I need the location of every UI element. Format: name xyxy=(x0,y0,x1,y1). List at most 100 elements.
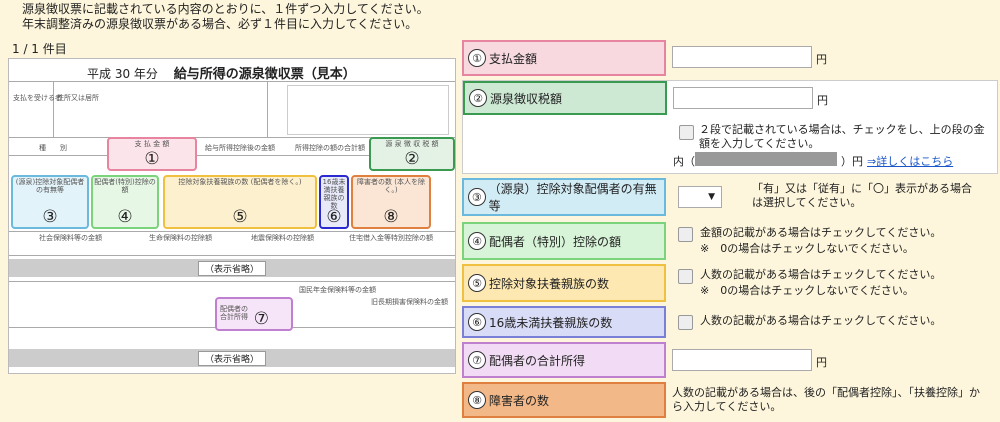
marker-3: ③ xyxy=(42,207,58,227)
spouse-deduction-checkbox[interactable] xyxy=(678,227,693,242)
spouse-eligibility-select[interactable]: ▼ xyxy=(678,186,722,208)
num-1: ① xyxy=(468,49,486,67)
label-type: 種 別 xyxy=(39,144,67,152)
label-text-6: 16歳未満扶養親族の数 xyxy=(489,315,613,330)
label-jishin: 地震保険料の控除額 xyxy=(251,234,314,242)
uchi-close: ）円 xyxy=(841,155,863,168)
marker-1-caption: 支 払 金 額 xyxy=(134,140,170,148)
label-kyu-choki: 旧長期損害保険料の金額 xyxy=(371,298,448,306)
row-spouse-eligibility: ③ （源泉）控除対象配偶者の有無等 ▼ 「有」又は「従有」に「〇」表示がある場合… xyxy=(462,178,998,216)
label-disabled: ⑧ 障害者の数 xyxy=(462,382,666,418)
marker-3-box: (源泉)控除対象配偶者の有無等 ③ xyxy=(11,175,89,229)
omitted-band-1: （表示省略） xyxy=(9,259,455,277)
instruction-line-1: 源泉徴収票に記載されている内容のとおりに、１件ずつ入力してください。 xyxy=(22,2,429,16)
label-shakai: 社会保険料等の金額 xyxy=(39,234,102,242)
marker-8-caption: 障害者の数 (本人を除く。) xyxy=(357,178,425,194)
marker-5-box: 控除対象扶養親族の数 (配偶者を除く。) ⑤ xyxy=(163,175,317,229)
row-spouse-income: ⑦ 配偶者の合計所得 円 xyxy=(462,342,998,378)
label-spouse-income: ⑦ 配偶者の合計所得 xyxy=(462,342,666,378)
details-link[interactable]: ⇒詳しくはこちら xyxy=(867,153,953,169)
spouse-deduction-note-2: ※ 0の場合はチェックしないでください。 xyxy=(700,242,914,255)
marker-5-caption: 控除対象扶養親族の数 (配偶者を除く。) xyxy=(178,178,302,186)
num-7: ⑦ xyxy=(468,351,486,369)
instructions: 源泉徴収票に記載されている内容のとおりに、１件ずつ入力してください。 年末調整済… xyxy=(22,2,429,32)
row-disabled: ⑧ 障害者の数 人数の記載がある場合は、後の「配偶者控除」、「扶養控除」から入力… xyxy=(462,382,998,418)
label-spouse-deduction: ④ 配偶者（特別）控除の額 xyxy=(462,222,666,260)
marker-7-box: 配偶者の合計所得 ⑦ xyxy=(215,297,293,331)
num-8: ⑧ xyxy=(468,391,486,409)
label-payment-amount: ① 支払金額 xyxy=(462,40,666,76)
yen-2: 円 xyxy=(817,94,828,107)
omitted-band-2: （表示省略） xyxy=(9,349,455,367)
dependents-note-2: ※ 0の場合はチェックしないでください。 xyxy=(700,284,914,297)
marker-3-caption: (源泉)控除対象配偶者の有無等 xyxy=(15,178,85,194)
withholding-tax-input[interactable] xyxy=(673,87,813,109)
two-tier-checkbox[interactable] xyxy=(679,125,694,140)
under16-note: 人数の記載がある場合はチェックしてください。 xyxy=(700,314,942,327)
num-5: ⑤ xyxy=(468,274,486,292)
label-text-3: （源泉）控除対象配偶者の有無等 xyxy=(488,182,657,213)
label-address: 住所又は居所 xyxy=(57,94,99,102)
label-text-8: 障害者の数 xyxy=(489,393,550,408)
num-4: ④ xyxy=(468,232,486,250)
marker-8-box: 障害者の数 (本人を除く。) ⑧ xyxy=(351,175,431,229)
under16-checkbox[interactable] xyxy=(678,315,693,330)
spouse-deduction-note-1: 金額の記載がある場合はチェックしてください。 xyxy=(700,226,942,239)
marker-7: ⑦ xyxy=(253,309,270,329)
label-under16-dependents: ⑥ 16歳未満扶養親族の数 xyxy=(462,306,666,338)
marker-5: ⑤ xyxy=(232,207,248,227)
num-6: ⑥ xyxy=(468,313,486,331)
row-dependents: ⑤ 控除対象扶養親族の数 人数の記載がある場合はチェックしてください。 ※ 0の… xyxy=(462,264,998,302)
row-withholding-tax: ② 源泉徴収税額 円 ２段で記載されている場合は、チェックをし、上の段の金額を入… xyxy=(462,80,998,174)
label-payee: 支払を受ける者 xyxy=(13,94,62,102)
num-3: ③ xyxy=(468,188,486,206)
label-text-1: 支払金額 xyxy=(489,51,538,66)
label-seimei: 生命保険料の控除額 xyxy=(149,234,212,242)
spouse-income-input[interactable] xyxy=(672,349,812,371)
row-spouse-deduction: ④ 配偶者（特別）控除の額 金額の記載がある場合はチェックしてください。 ※ 0… xyxy=(462,222,998,260)
yen-1: 円 xyxy=(816,53,827,66)
marker-4-box: 配偶者(特別)控除の額 ④ xyxy=(91,175,159,229)
marker-2-box: 源 泉 徴 収 税 額 ② xyxy=(369,137,455,171)
label-kojo-total: 所得控除の額の合計額 xyxy=(295,144,365,152)
dependents-note-1: 人数の記載がある場合はチェックしてください。 xyxy=(700,268,942,281)
marker-2-caption: 源 泉 徴 収 税 額 xyxy=(385,140,439,148)
label-kyuyo: 給与所得控除後の金額 xyxy=(205,144,275,152)
chevron-down-icon: ▼ xyxy=(708,192,715,202)
label-jutaku: 住宅借入金等特別控除の額 xyxy=(349,234,433,242)
record-count: 1 / 1 件目 xyxy=(12,42,67,56)
label-text-5: 控除対象扶養親族の数 xyxy=(489,276,610,291)
marker-2: ② xyxy=(404,149,420,169)
dependents-checkbox[interactable] xyxy=(678,269,693,284)
marker-7-caption: 配偶者の合計所得 xyxy=(220,305,248,321)
label-withholding-tax: ② 源泉徴収税額 xyxy=(463,81,667,115)
omitted-label-2: （表示省略） xyxy=(197,351,267,366)
yen-7: 円 xyxy=(816,356,827,369)
uchi-label: 内（ xyxy=(673,155,695,168)
marker-6-box: 16歳未満扶養親族の数 ⑥ xyxy=(319,175,349,229)
slip-main-title: 給与所得の源泉徴収票（見本） xyxy=(173,67,356,82)
marker-6-caption: 16歳未満扶養親族の数 xyxy=(322,178,346,210)
uchi-amount-input[interactable] xyxy=(695,152,837,166)
row-under16-dependents: ⑥ 16歳未満扶養親族の数 人数の記載がある場合はチェックしてください。 xyxy=(462,306,998,338)
slip-year: 平成 30 年分 xyxy=(87,67,158,81)
two-tier-note: ２段で記載されている場合は、チェックをし、上の段の金額を入力してください。 xyxy=(699,123,985,150)
label-text-7: 配偶者の合計所得 xyxy=(489,353,586,368)
payment-amount-input[interactable] xyxy=(672,46,812,68)
marker-4-caption: 配偶者(特別)控除の額 xyxy=(94,178,156,194)
label-dependents: ⑤ 控除対象扶養親族の数 xyxy=(462,264,666,302)
row-payment-amount: ① 支払金額 円 xyxy=(462,40,998,76)
disabled-note: 人数の記載がある場合は、後の「配偶者控除」、「扶養控除」から入力してください。 xyxy=(672,386,980,413)
marker-8: ⑧ xyxy=(383,207,399,227)
num-2: ② xyxy=(469,89,487,107)
marker-4: ④ xyxy=(117,207,133,227)
spouse-eligibility-note: 「有」又は「従有」に「〇」表示がある場合は選択してください。 xyxy=(752,182,972,209)
sample-withholding-slip: 平成 30 年分 給与所得の源泉徴収票（見本） 支払を受ける者 住所又は居所 種… xyxy=(8,58,456,374)
marker-6: ⑥ xyxy=(326,207,342,227)
marker-1-box: 支 払 金 額 ① xyxy=(107,137,197,171)
marker-1: ① xyxy=(144,149,160,169)
slip-title: 平成 30 年分 給与所得の源泉徴収票（見本） xyxy=(87,63,356,82)
label-text-2: 源泉徴収税額 xyxy=(490,91,563,106)
label-kokumin: 国民年金保険料等の金額 xyxy=(299,286,376,294)
instruction-line-2: 年末調整済みの源泉徴収票がある場合、必ず１件目に入力してください。 xyxy=(22,17,418,31)
